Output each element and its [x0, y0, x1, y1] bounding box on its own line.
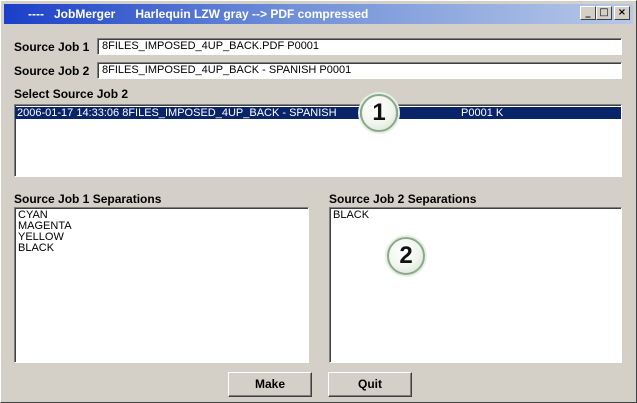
callout-1-badge: 1 — [360, 94, 398, 132]
source-job-2-label: Source Job 2 — [14, 64, 90, 78]
source-job-1-field[interactable]: 8FILES_IMPOSED_4UP_BACK.PDF P0001 — [97, 38, 622, 55]
jobmerger-window: ---- JobMerger Harlequin LZW gray --> PD… — [0, 0, 637, 403]
separations-2-list[interactable]: BLACK — [329, 207, 622, 363]
list-item[interactable]: BLACK — [18, 243, 308, 254]
list-item-selected[interactable]: 2006-01-17 14:33:06 8FILES_IMPOSED_4UP_B… — [15, 107, 621, 119]
title-bar[interactable]: ---- JobMerger Harlequin LZW gray --> PD… — [4, 4, 633, 24]
minimize-button[interactable]: _ — [580, 6, 596, 20]
list-item-code: P0001 K — [461, 107, 504, 119]
close-button[interactable]: × — [614, 6, 630, 20]
maximize-button[interactable]: □ — [596, 6, 612, 20]
window-title: ---- JobMerger Harlequin LZW gray --> PD… — [28, 7, 369, 21]
separations-1-label: Source Job 1 Separations — [14, 192, 162, 206]
source-job-1-label: Source Job 1 — [14, 40, 90, 54]
separations-2-label: Source Job 2 Separations — [329, 192, 477, 206]
make-button[interactable]: Make — [228, 372, 312, 397]
source-job-2-field[interactable]: 8FILES_IMPOSED_4UP_BACK - SPANISH P0001 — [97, 62, 622, 79]
source-job-2-list[interactable]: 2006-01-17 14:33:06 8FILES_IMPOSED_4UP_B… — [14, 104, 622, 177]
select-source-job-2-label: Select Source Job 2 — [14, 87, 129, 101]
list-item[interactable]: BLACK — [333, 210, 621, 221]
quit-button[interactable]: Quit — [328, 372, 412, 397]
separations-1-list[interactable]: CYAN MAGENTA YELLOW BLACK — [14, 207, 309, 363]
window-controls: _ □ × — [580, 6, 630, 20]
list-item[interactable]: YELLOW — [18, 232, 308, 243]
list-item-text: 2006-01-17 14:33:06 8FILES_IMPOSED_4UP_B… — [17, 107, 337, 119]
callout-2-badge: 2 — [387, 237, 425, 275]
